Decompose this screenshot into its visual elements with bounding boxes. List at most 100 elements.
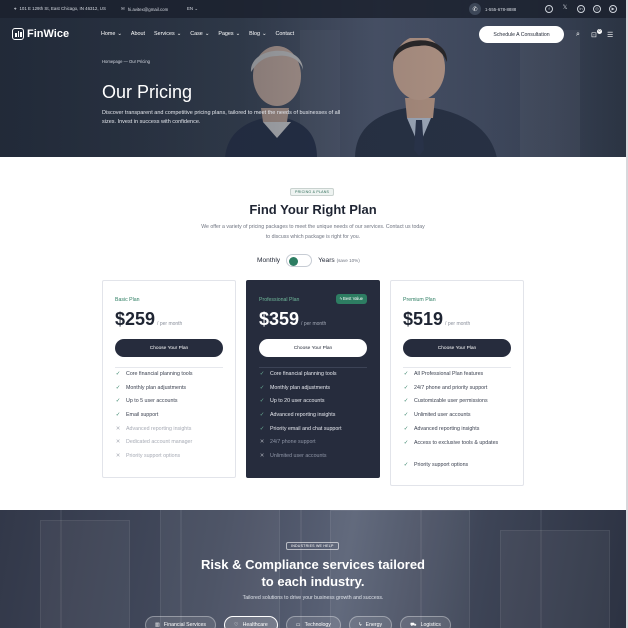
youtube-icon[interactable]: ▶ — [609, 5, 617, 13]
toggle-knob — [289, 256, 299, 266]
feature-item: ✓ All Professional Plan features — [403, 371, 484, 377]
social-links: f 𝕏 in ◎ ▶ — [545, 5, 617, 13]
feature-item-excluded: ✕ 24/7 phone support — [259, 439, 316, 446]
feature-item: ✓ Access to exclusive tools & updates — [403, 440, 499, 447]
nav-item-home[interactable]: Home ⌄ — [101, 31, 122, 37]
language-selector[interactable]: EN ⌄ — [187, 6, 198, 12]
industry-tab-technology[interactable]: ▭ Technology — [285, 616, 341, 628]
billing-toggle[interactable] — [286, 254, 313, 267]
check-icon: ✓ — [403, 412, 409, 419]
divider — [259, 367, 367, 368]
check-icon: ✓ — [259, 412, 265, 419]
phone-link[interactable]: ✆ 1-555-678-8888 — [469, 3, 516, 15]
check-icon: ✓ — [259, 398, 265, 405]
nav-item-contact[interactable]: Contact — [276, 31, 295, 37]
check-icon: ✓ — [403, 371, 409, 377]
plan-name: Premium Plan — [403, 297, 436, 303]
phone-icon: ✆ — [469, 3, 481, 15]
schedule-consultation-button[interactable]: Schedule A Consultation — [479, 26, 564, 43]
heart-icon: ♡ — [234, 622, 239, 628]
feature-item: ✓ Customizable user permissions — [403, 398, 488, 405]
feature-item-excluded: ✕ Unlimited user accounts — [259, 453, 327, 460]
nav-item-about[interactable]: About — [131, 31, 145, 37]
plan-price: $259/ per month — [115, 309, 183, 329]
feature-item-excluded: ✕ Advanced reporting insights — [115, 425, 192, 432]
section-tag: PRICING & PLANS — [290, 188, 335, 196]
feature-list: ✓ Core financial planning tools ✓ Monthly … — [115, 371, 225, 467]
plan-name: Professional Plan — [259, 297, 300, 303]
facebook-icon[interactable]: f — [545, 5, 553, 13]
monitor-icon: ▭ — [295, 622, 301, 628]
feature-item: ✓ Advanced reporting insights — [403, 425, 480, 432]
check-icon: ✓ — [115, 371, 121, 377]
feature-item: ✓ Monthly plan adjustments — [259, 384, 331, 391]
nav-item-case[interactable]: Case ⌄ — [190, 31, 209, 37]
check-icon: ✓ — [115, 398, 121, 405]
check-icon: ✓ — [259, 384, 265, 391]
x-icon: ✕ — [115, 439, 121, 446]
bolt-icon: ϟ — [339, 296, 342, 301]
feature-item: ✓ Monthly plan adjustments — [115, 384, 187, 391]
cart-icon[interactable]: ⊡ — [591, 31, 597, 39]
plan-price: $359/ per month — [259, 309, 327, 329]
plan-name: Basic Plan — [115, 297, 140, 303]
toggle-yearly-label[interactable]: Years (save 10%) — [318, 257, 360, 264]
nav-menu: Home ⌄ About Services ⌄ Case ⌄ Pages ⌄ Blog ⌄… — [101, 31, 294, 37]
page-title: Our Pricing — [102, 82, 193, 102]
feature-item-excluded: ✕ Dedicated account manager — [115, 439, 193, 446]
linkedin-icon[interactable]: in — [577, 5, 585, 13]
check-icon: ✓ — [259, 371, 265, 377]
choose-plan-button[interactable]: Choose Your Plan — [259, 339, 367, 357]
check-icon: ✓ — [403, 398, 409, 405]
pricing-title: Find Your Right Plan — [249, 202, 377, 217]
mail-icon: ✉ — [121, 6, 125, 11]
menu-icon[interactable]: ☰ — [607, 31, 613, 39]
nav-item-pages[interactable]: Pages ⌄ — [218, 31, 240, 37]
x-icon[interactable]: 𝕏 — [561, 5, 569, 13]
best-value-badge: ϟ Best Value — [335, 294, 367, 304]
logo-icon — [12, 28, 24, 40]
billing-toggle-row: Monthly Years (save 10%) — [257, 254, 360, 267]
divider — [115, 367, 223, 368]
check-icon: ✓ — [403, 462, 409, 469]
industry-tab-financial-services[interactable]: ▥ Financial Services — [145, 616, 216, 628]
industry-tab-energy[interactable]: ϟ Energy — [348, 616, 393, 628]
x-icon: ✕ — [259, 439, 265, 446]
feature-item: ✓ Advanced reporting insights — [259, 412, 336, 419]
choose-plan-button[interactable]: Choose Your Plan — [403, 339, 511, 357]
logo[interactable]: FinWice — [12, 28, 69, 40]
check-icon: ✓ — [115, 412, 121, 419]
instagram-icon[interactable]: ◎ — [593, 5, 601, 13]
feature-item: ✓ 24/7 phone and priority support — [403, 384, 488, 391]
feature-item: ✓ Email support — [115, 412, 159, 419]
truck-icon: ⛟ — [410, 621, 417, 628]
breadcrumb-home[interactable]: Homepage — [102, 59, 123, 64]
feature-item: ✓ Priority support options — [403, 462, 469, 469]
industry-tabs: ▥ Financial Services ♡ Healthcare ▭ Technol… — [145, 616, 451, 628]
chevron-down-icon: ⌄ — [176, 31, 182, 37]
nav-item-services[interactable]: Services ⌄ — [154, 31, 181, 37]
email[interactable]: ✉ hi.avitex@gmail.com — [121, 6, 168, 12]
breadcrumb: Homepage — Our Pricing — [102, 59, 150, 64]
pricing-card-premium: Premium Plan $519/ per month Choose Your… — [390, 280, 524, 486]
feature-list: ✓ All Professional Plan features ✓ 24/7 ph… — [403, 371, 503, 476]
search-icon[interactable]: ⌕ — [576, 31, 580, 39]
choose-plan-button[interactable]: Choose Your Plan — [115, 339, 223, 357]
toggle-monthly-label[interactable]: Monthly — [257, 257, 280, 264]
chevron-down-icon: ⌄ — [235, 31, 241, 37]
main-nav: FinWice Home ⌄ About Services ⌄ Case ⌄ Page… — [0, 18, 626, 54]
industries-tag: INDUSTRIES WE HELP — [286, 542, 339, 550]
nav-item-blog[interactable]: Blog ⌄ — [249, 31, 266, 37]
chevron-down-icon: ⌄ — [117, 31, 122, 37]
bolt-icon: ϟ — [358, 622, 362, 628]
feature-item: ✓ Up to 20 user accounts — [259, 398, 325, 405]
pricing-page: ⌖ 101 E 129th St, East Chicago, IN 46312… — [0, 0, 626, 628]
chevron-down-icon: ⌄ — [194, 6, 199, 11]
feature-list: ✓ Core financial planning tools ✓ Monthly … — [259, 371, 369, 467]
industry-tab-logistics[interactable]: ⛟ Logistics — [400, 616, 451, 628]
check-icon: ✓ — [403, 425, 409, 432]
pricing-description: We offer a variety of pricing packages t… — [201, 224, 425, 240]
location-icon: ⌖ — [14, 6, 17, 11]
industry-tab-healthcare[interactable]: ♡ Healthcare — [224, 616, 278, 628]
chevron-down-icon: ⌄ — [204, 31, 210, 37]
